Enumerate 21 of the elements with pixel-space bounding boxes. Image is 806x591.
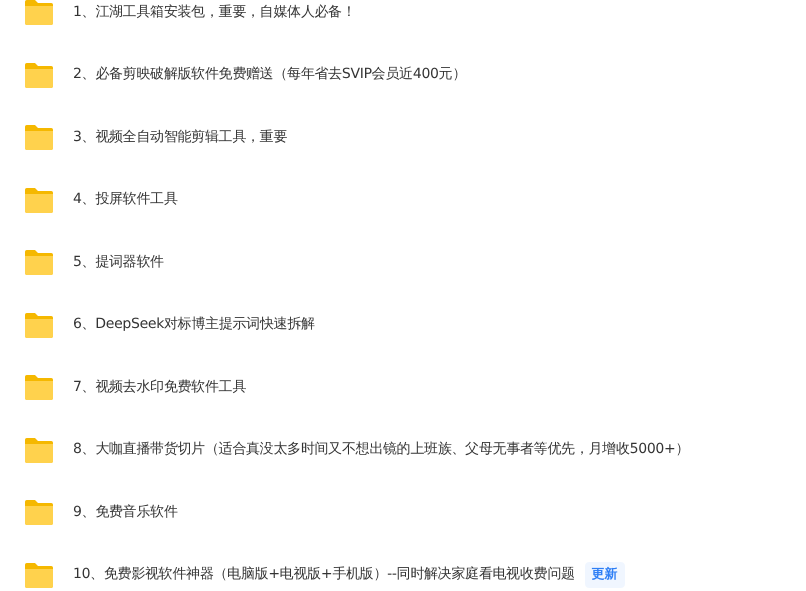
folder-name[interactable]: 10、免费影视软件神器（电脑版+电视版+手机版）--同时解决家庭看电视收费问题 — [73, 564, 575, 586]
folder-icon — [24, 249, 54, 276]
update-badge: 更新 — [584, 562, 625, 588]
folder-icon — [24, 0, 54, 26]
folder-icon — [24, 186, 54, 213]
folder-icon — [24, 312, 54, 338]
folder-icon — [24, 374, 54, 400]
folder-icon — [24, 62, 54, 88]
folder-name[interactable]: 1、江湖工具箱安装包，重要，自媒体人必备！ — [73, 2, 356, 23]
folder-name[interactable]: 4、投屏软件工具 — [73, 189, 178, 210]
folder-icon — [24, 562, 54, 588]
folder-name[interactable]: 6、DeepSeek对标博主提示词快速拆解 — [73, 314, 315, 336]
folder-name[interactable]: 7、视频去水印免费软件工具 — [73, 376, 246, 398]
folder-name[interactable]: 8、大咖直播带货切片（适合真没太多时间又不想出镜的上班族、父母无事者等优先，月增收5000+） — [73, 439, 690, 460]
folder-name[interactable]: 3、视频全自动智能剪辑工具，重要 — [73, 126, 288, 148]
folder-icon — [24, 436, 54, 463]
folder-name[interactable]: 5、提词器软件 — [73, 252, 164, 273]
folder-icon — [24, 124, 54, 150]
folder-name[interactable]: 2、必备剪映破解版软件免费赠送（每年省去SVIP会员近400元） — [73, 64, 466, 86]
folder-name[interactable]: 9、免费音乐软件 — [73, 502, 178, 523]
folder-icon — [24, 499, 54, 526]
